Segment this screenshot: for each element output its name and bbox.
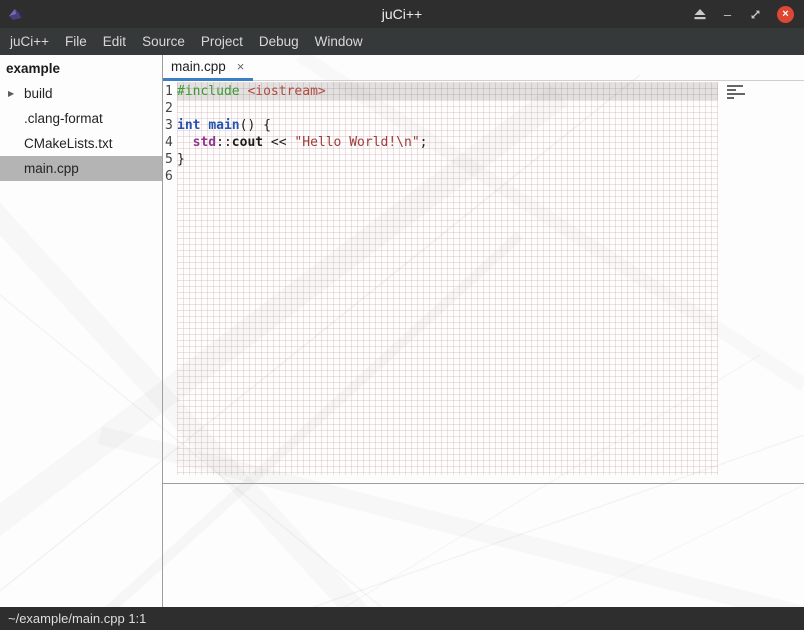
line-number: 4 xyxy=(163,134,177,151)
tab-main-cpp[interactable]: main.cpp × xyxy=(163,55,253,81)
code-line-text xyxy=(177,100,718,117)
editor[interactable]: 1#include <iostream>23int main() {4 std:… xyxy=(163,81,804,483)
tab-close-icon[interactable]: × xyxy=(237,60,245,73)
file-tree: ▶ build .clang-format CMakeLists.txt main.cp… xyxy=(0,81,162,181)
statusbar: ~/example/main.cpp 1:1 xyxy=(0,607,804,630)
minimap[interactable] xyxy=(727,85,755,99)
minimap-mark xyxy=(727,89,736,91)
tree-item-label: main.cpp xyxy=(24,161,79,176)
eject-button[interactable] xyxy=(694,9,706,20)
tree-item-main-cpp[interactable]: main.cpp xyxy=(0,156,162,181)
minimap-mark xyxy=(727,93,745,95)
minimap-mark xyxy=(727,85,743,87)
code-line-3[interactable]: 3int main() { xyxy=(163,117,804,134)
minimap-mark xyxy=(727,97,734,99)
tree-item-label: CMakeLists.txt xyxy=(24,136,113,151)
line-number: 5 xyxy=(163,151,177,168)
menu-edit[interactable]: Edit xyxy=(95,28,134,55)
line-number: 6 xyxy=(163,168,177,185)
menu-juci[interactable]: juCi++ xyxy=(2,28,57,55)
menu-source[interactable]: Source xyxy=(134,28,193,55)
output-panel[interactable] xyxy=(163,483,804,607)
file-tree-panel: example ▶ build .clang-format CMakeLists.tx… xyxy=(0,55,163,607)
code-line-5[interactable]: 5} xyxy=(163,151,804,168)
line-number: 1 xyxy=(163,83,177,100)
code-line-6[interactable]: 6 xyxy=(163,168,804,185)
tree-item-build[interactable]: ▶ build xyxy=(0,81,162,106)
code-line-text: #include <iostream> xyxy=(177,83,718,100)
menubar: juCi++FileEditSourceProjectDebugWindow xyxy=(0,28,804,55)
expand-arrow-icon[interactable]: ▶ xyxy=(8,89,14,98)
close-button[interactable]: × xyxy=(777,6,794,23)
code-line-text: } xyxy=(177,151,718,168)
menu-project[interactable]: Project xyxy=(193,28,251,55)
code-line-4[interactable]: 4 std::cout << "Hello World!\n"; xyxy=(163,134,804,151)
menu-window[interactable]: Window xyxy=(307,28,371,55)
code-area[interactable]: 1#include <iostream>23int main() {4 std:… xyxy=(163,81,804,185)
line-number: 3 xyxy=(163,117,177,134)
menu-file[interactable]: File xyxy=(57,28,95,55)
code-line-text: int main() { xyxy=(177,117,718,134)
tree-item-label: .clang-format xyxy=(24,111,103,126)
code-line-text xyxy=(177,168,718,185)
window-title: juCi++ xyxy=(0,6,804,22)
tree-item-clang-format[interactable]: .clang-format xyxy=(0,106,162,131)
tree-item-label: build xyxy=(24,86,53,101)
tabbar: main.cpp × xyxy=(163,55,804,81)
tab-label: main.cpp xyxy=(171,59,226,74)
titlebar: juCi++ – × xyxy=(0,0,804,28)
tree-item-cmakelists-txt[interactable]: CMakeLists.txt xyxy=(0,131,162,156)
code-line-2[interactable]: 2 xyxy=(163,100,804,117)
editor-pane: main.cpp × 1#include <iostream>23int mai… xyxy=(163,55,804,607)
content: example ▶ build .clang-format CMakeLists.tx… xyxy=(0,55,804,607)
menu-debug[interactable]: Debug xyxy=(251,28,307,55)
line-number: 2 xyxy=(163,100,177,117)
window-controls: – × xyxy=(694,0,794,28)
app-window: juCi++ – × juCi++FileEditSourceProjectDe… xyxy=(0,0,804,630)
code-line-1[interactable]: 1#include <iostream> xyxy=(163,83,804,100)
tree-root-example[interactable]: example xyxy=(0,55,162,81)
restore-button[interactable] xyxy=(749,8,762,21)
minimize-button[interactable]: – xyxy=(721,8,734,21)
statusbar-path: ~/example/main.cpp 1:1 xyxy=(8,611,146,626)
code-line-text: std::cout << "Hello World!\n"; xyxy=(177,134,718,151)
app-logo-icon xyxy=(7,7,24,22)
